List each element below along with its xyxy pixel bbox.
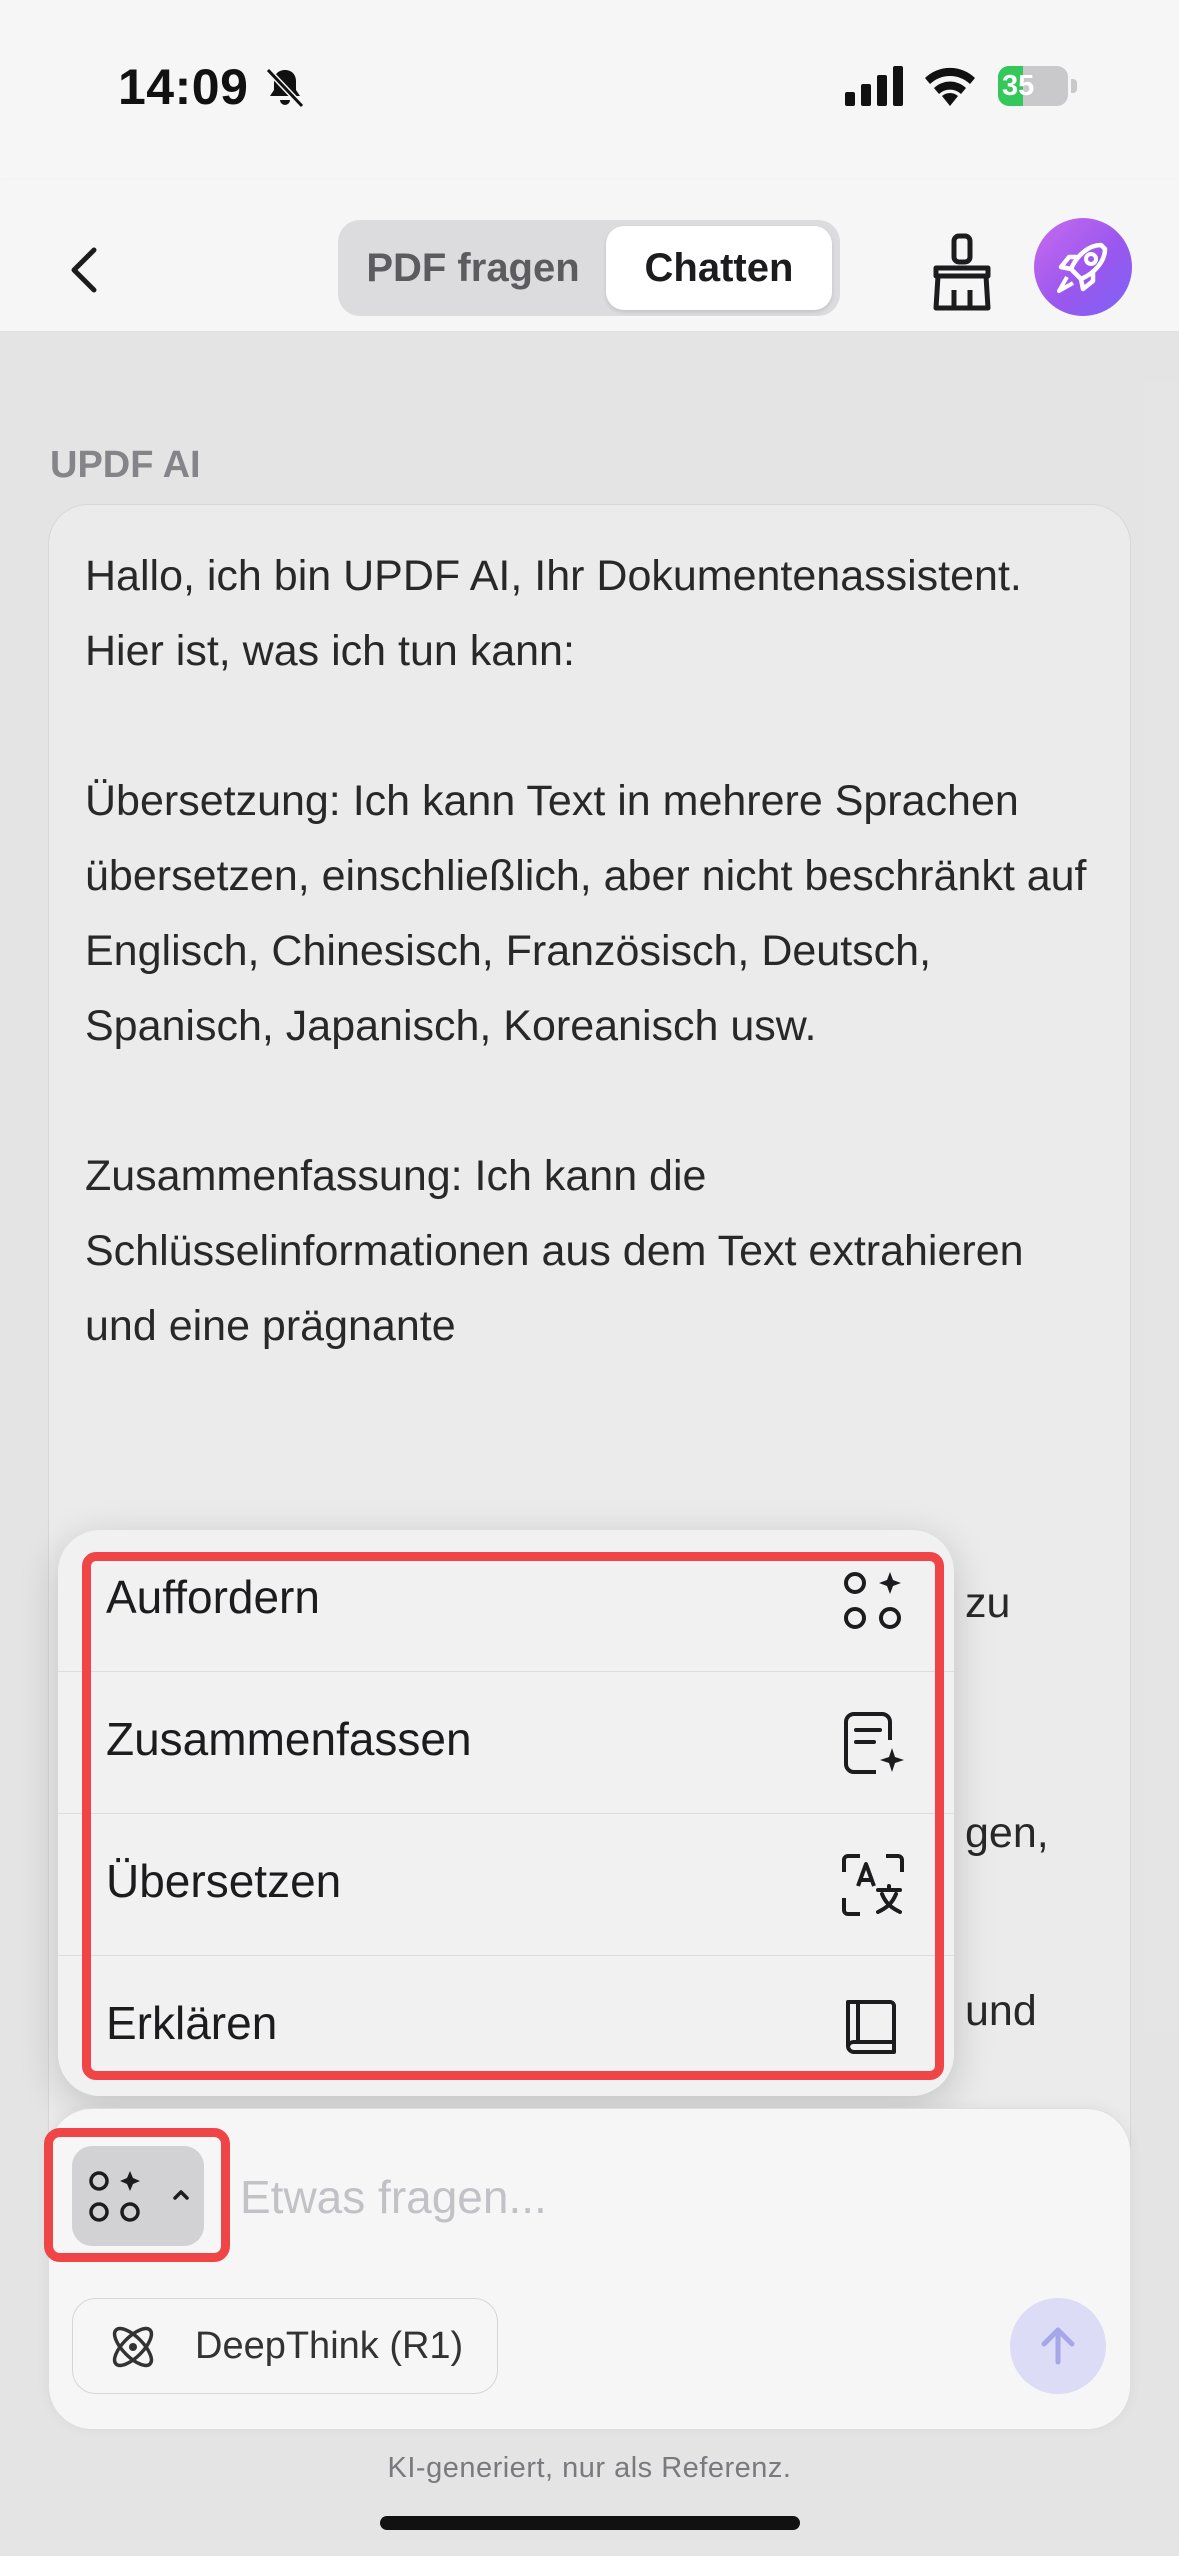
- summarize-icon: [844, 1712, 904, 1774]
- nav-bar: PDF fragen Chatten: [0, 180, 1179, 332]
- ai-disclaimer: KI-generiert, nur als Referenz.: [387, 2452, 792, 2484]
- status-bar: 14:09 35: [0, 0, 1179, 180]
- upgrade-rocket-button[interactable]: [1034, 218, 1132, 316]
- deepthink-label: DeepThink (R1): [195, 2325, 464, 2367]
- prompt-grid-icon: [89, 2171, 140, 2222]
- tab-chatten[interactable]: Chatten: [606, 226, 832, 310]
- cellular-signal-icon: [845, 66, 903, 106]
- ask-input[interactable]: [240, 2160, 1020, 2234]
- menu-item-erklaeren[interactable]: Erklären: [58, 1956, 954, 2096]
- deepthink-button[interactable]: DeepThink (R1): [72, 2298, 498, 2394]
- battery-level: 35: [1002, 70, 1035, 102]
- home-indicator[interactable]: [380, 2516, 800, 2530]
- prompt-menu-toggle[interactable]: [72, 2146, 204, 2246]
- status-time: 14:09: [118, 59, 249, 115]
- menu-item-zusammenfassen[interactable]: Zusammenfassen: [58, 1672, 954, 1814]
- tab-pdf-fragen[interactable]: PDF fragen: [346, 226, 600, 310]
- sender-label: UPDF AI: [50, 444, 201, 486]
- battery-indicator: 35: [998, 66, 1078, 106]
- translate-icon: [842, 1854, 904, 1916]
- arrow-up-icon: [1041, 2327, 1075, 2365]
- chevron-up-icon: [173, 2190, 189, 2200]
- broom-icon[interactable]: [926, 232, 998, 312]
- message-paragraph: Zusammenfassung: Ich kann die Schlüsseli…: [85, 1152, 1024, 1350]
- bell-slash-icon: [265, 67, 305, 109]
- book-icon: [846, 2000, 896, 2054]
- mode-segmented-control: PDF fragen Chatten: [338, 220, 840, 316]
- menu-item-uebersetzen[interactable]: Übersetzen: [58, 1814, 954, 1956]
- chevron-left-icon[interactable]: [60, 240, 110, 300]
- message-paragraph: Übersetzung: Ich kann Text in mehrere Sp…: [85, 777, 1087, 1050]
- message-paragraph: Hallo, ich bin UPDF AI, Ihr Dokumentenas…: [85, 552, 1022, 675]
- menu-item-auffordern[interactable]: Auffordern: [58, 1530, 954, 1672]
- prompt-menu: Auffordern Zusammenfassen Übersetzen Erk…: [58, 1530, 954, 2096]
- wifi-icon: [925, 67, 975, 106]
- fragment-gen: gen,: [965, 1809, 1049, 1857]
- fragment-zu: zu: [965, 1579, 1011, 1627]
- fragment-und: und: [965, 1987, 1037, 2035]
- message-text: Hallo, ich bin UPDF AI, Ihr Dokumentenas…: [85, 539, 1095, 1439]
- send-button[interactable]: [1010, 2298, 1106, 2394]
- atom-icon: [112, 2326, 154, 2368]
- rocket-icon: [1057, 242, 1108, 293]
- prompt-grid-icon: [844, 1572, 901, 1629]
